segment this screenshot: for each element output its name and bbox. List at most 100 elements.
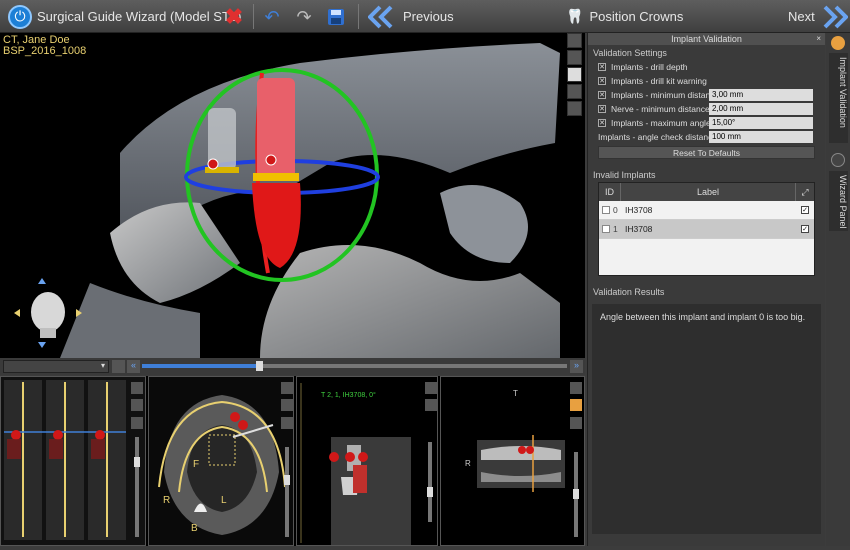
- wizard-toolbar: ⏻ Surgical Guide Wizard (Model STL) ✖ ↶ …: [0, 0, 850, 33]
- expand-icon[interactable]: ⤢: [796, 183, 814, 201]
- axial-panel[interactable]: F R L B: [148, 376, 294, 546]
- previous-label: Previous: [403, 9, 454, 24]
- slider-right-icon[interactable]: »: [570, 360, 583, 373]
- maximum-angle-label: Implants - maximum angle: [611, 118, 711, 128]
- table-row[interactable]: 0 IH3708 ✓: [599, 201, 814, 220]
- double-chevron-right-icon: [823, 5, 848, 28]
- validation-results-text: Angle between this implant and implant 0…: [600, 312, 806, 322]
- table-header: ID Label ⤢: [599, 183, 814, 201]
- wizard-panel-tab[interactable]: Wizard Panel: [829, 171, 848, 231]
- tooth-icon: 🦷: [566, 8, 584, 24]
- cross-section-panel[interactable]: [0, 376, 146, 546]
- row-id: 0: [613, 205, 618, 215]
- reset-defaults-button[interactable]: Reset To Defaults: [598, 146, 815, 159]
- invalid-implants-table: ID Label ⤢ 0 IH3708 ✓ 1 IH3708 ✓: [598, 182, 815, 276]
- nerve-distance-setting[interactable]: ✕ Nerve - minimum distance 2,00 mm: [598, 102, 825, 116]
- panoramic-panel[interactable]: T R: [440, 376, 585, 546]
- position-crowns-label: Position Crowns: [589, 9, 684, 24]
- angle-check-input[interactable]: 100 mm: [709, 131, 813, 143]
- panoramic-right-label: R: [465, 459, 471, 468]
- skull-icon[interactable]: [567, 67, 582, 82]
- implant-validation-panel: Implant Validation × Validation Settings…: [587, 33, 825, 546]
- validation-settings-title: Validation Settings: [593, 48, 667, 58]
- row-label: IH3708: [625, 224, 653, 234]
- drill-depth-checkbox[interactable]: ✕: [598, 63, 606, 71]
- close-panel-icon[interactable]: ×: [816, 33, 821, 45]
- close-icon[interactable]: ✖: [222, 4, 246, 29]
- undo-icon[interactable]: ↶: [260, 5, 284, 29]
- view-tool-2-icon[interactable]: [567, 50, 582, 65]
- viewport-slider-handle[interactable]: [256, 361, 263, 371]
- reset-view-icon[interactable]: [112, 360, 125, 373]
- toolbar-separator: [253, 4, 254, 29]
- save-icon[interactable]: [324, 5, 348, 29]
- nerve-distance-input[interactable]: 2,00 mm: [709, 103, 813, 115]
- patient-info: CT, Jane Doe BSP_2016_1008: [3, 35, 86, 57]
- side-tabs: Implant Validation Wizard Panel: [826, 33, 850, 546]
- view-tool-4-icon[interactable]: [567, 84, 582, 99]
- 3d-dental-scene: [14, 43, 560, 358]
- angle-check-label: Implants - angle check distance: [598, 132, 718, 142]
- tangential-panel[interactable]: T 2, 1, IH3708, 0°: [296, 376, 438, 546]
- drill-kit-checkbox[interactable]: ✕: [598, 77, 606, 85]
- minimum-distance-checkbox[interactable]: ✕: [598, 91, 606, 99]
- double-chevron-left-icon: [368, 5, 393, 28]
- drill-depth-setting[interactable]: ✕ Implants - drill depth: [598, 60, 825, 74]
- table-row[interactable]: 1 IH3708 ✓: [599, 220, 814, 239]
- view-tool-5-icon[interactable]: [567, 101, 582, 116]
- view-select[interactable]: ▾: [3, 360, 109, 373]
- maximum-angle-input[interactable]: 15,00°: [709, 117, 813, 129]
- slider-left-icon[interactable]: «: [127, 360, 140, 373]
- wizard-icon[interactable]: [831, 153, 845, 167]
- axial-right-label: R: [163, 495, 171, 506]
- minimum-distance-setting[interactable]: ✕ Implants - minimum distance 3,00 mm: [598, 88, 825, 102]
- tangential-slice-label: T 2, 1, IH3708, 0°: [321, 392, 376, 399]
- axial-back-label: B: [191, 523, 198, 534]
- slice-panels: F R L B T 2, 1, IH3708, 0° T R: [0, 376, 585, 546]
- viewport-tools: [567, 33, 583, 116]
- id-column-header[interactable]: ID: [599, 183, 621, 201]
- nerve-distance-label: Nerve - minimum distance: [611, 104, 710, 114]
- row-valid-checkbox[interactable]: ✓: [801, 225, 809, 233]
- redo-icon[interactable]: ↷: [292, 5, 316, 29]
- angle-check-setting: Implants - angle check distance 100 mm: [598, 130, 825, 144]
- chevron-down-icon: ▾: [100, 361, 105, 370]
- viewport-slider-fill: [142, 364, 258, 368]
- power-icon[interactable]: ⏻: [8, 4, 32, 29]
- next-button[interactable]: Next: [788, 0, 848, 33]
- panoramic-top-label: T: [513, 389, 518, 398]
- drill-kit-setting[interactable]: ✕ Implants - drill kit warning: [598, 74, 825, 88]
- viewport-slider-row: ▾ « »: [0, 358, 585, 375]
- invalid-implants-title: Invalid Implants: [593, 170, 656, 180]
- position-crowns-button[interactable]: 🦷 Position Crowns: [566, 0, 683, 33]
- toolbar-separator: [358, 4, 359, 29]
- minimum-distance-input[interactable]: 3,00 mm: [709, 89, 813, 101]
- next-label: Next: [788, 9, 815, 24]
- row-valid-checkbox[interactable]: ✓: [801, 206, 809, 214]
- nerve-distance-checkbox[interactable]: ✕: [598, 105, 606, 113]
- validation-results-box: Angle between this implant and implant 0…: [592, 304, 821, 534]
- implant-validation-tab[interactable]: Implant Validation: [829, 53, 848, 143]
- row-id: 1: [613, 224, 618, 234]
- wizard-title: ⏻ Surgical Guide Wizard (Model STL): [8, 0, 241, 33]
- view-tool-1-icon[interactable]: [567, 33, 582, 48]
- case-id: BSP_2016_1008: [3, 45, 87, 57]
- row-label: IH3708: [625, 205, 653, 215]
- axial-front-label: F: [193, 459, 200, 470]
- pin-icon[interactable]: [831, 36, 845, 50]
- minimum-distance-label: Implants - minimum distance: [611, 90, 720, 100]
- panel-header-title: Implant Validation: [671, 34, 742, 44]
- previous-button[interactable]: Previous: [368, 0, 454, 33]
- 3d-viewport[interactable]: CT, Jane Doe BSP_2016_1008: [0, 33, 585, 358]
- maximum-angle-setting[interactable]: ✕ Implants - maximum angle 15,00°: [598, 116, 825, 130]
- maximum-angle-checkbox[interactable]: ✕: [598, 119, 606, 127]
- panel-header: Implant Validation ×: [588, 33, 825, 45]
- axial-left-label: L: [221, 495, 227, 506]
- validation-results-title: Validation Results: [593, 287, 665, 297]
- drill-kit-label: Implants - drill kit warning: [611, 76, 707, 86]
- row-select-checkbox[interactable]: [602, 225, 610, 233]
- wizard-title-text: Surgical Guide Wizard (Model STL): [37, 9, 242, 24]
- drill-depth-label: Implants - drill depth: [611, 62, 688, 72]
- row-select-checkbox[interactable]: [602, 206, 610, 214]
- label-column-header[interactable]: Label: [621, 183, 796, 201]
